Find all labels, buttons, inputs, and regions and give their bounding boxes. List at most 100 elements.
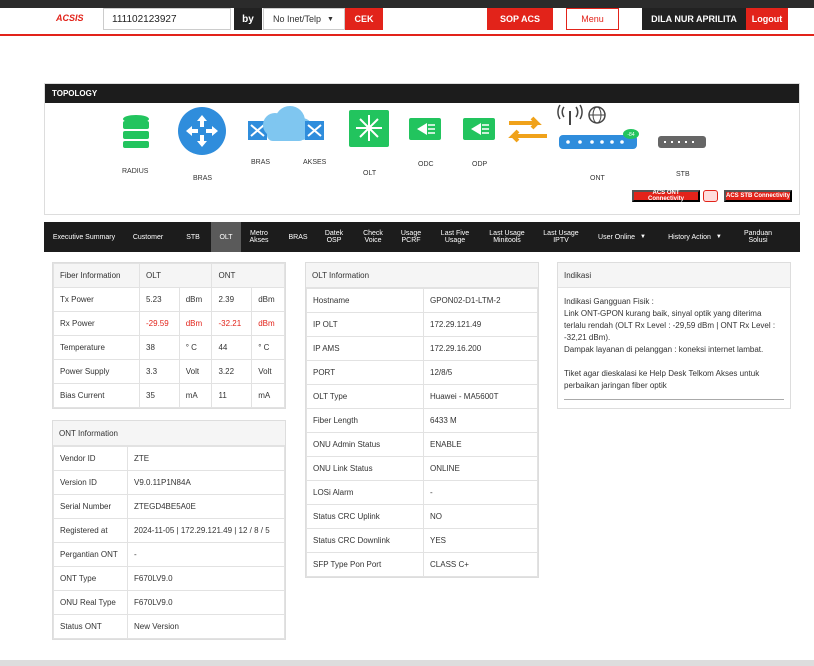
- exchange-arrows-icon: [508, 116, 547, 143]
- bras-router-icon: [178, 107, 226, 155]
- cell: 38: [139, 335, 180, 360]
- tab-executive-summary[interactable]: Executive Summary: [44, 222, 124, 252]
- cell: F670LV9.0: [127, 566, 285, 591]
- table-row: Temperature 38 ° C 44 ° C: [53, 335, 285, 360]
- globe-icon: [588, 106, 606, 124]
- tab-datek-osp[interactable]: Datek OSP: [318, 222, 350, 252]
- cell: IP AMS: [306, 336, 424, 361]
- table-row: Vendor ID ZTE: [53, 446, 285, 471]
- table-row: Pergantian ONT -: [53, 542, 285, 567]
- table-row: Status ONT New Version: [53, 614, 285, 639]
- header-bar: ACSIS by No Inet/Telp ▼ CEK SOP ACS Menu…: [0, 8, 814, 36]
- cell: Serial Number: [53, 494, 128, 519]
- search-type-select[interactable]: No Inet/Telp ▼: [263, 8, 345, 30]
- cell: Hostname: [306, 288, 424, 313]
- tab-olt[interactable]: OLT: [211, 222, 241, 252]
- tab-history-action[interactable]: History Action ▼: [658, 222, 732, 252]
- cell: 6433 M: [423, 408, 538, 433]
- tab-bras[interactable]: BRAS: [282, 222, 314, 252]
- cell: Power Supply: [53, 359, 140, 384]
- tab-user-online[interactable]: User Online ▼: [590, 222, 654, 252]
- table-row: Hostname GPON02-D1-LTM-2: [306, 288, 538, 313]
- search-input[interactable]: [103, 8, 231, 30]
- cell: 172.29.121.49: [423, 312, 538, 337]
- olt-label: OLT: [363, 170, 377, 177]
- table-row: IP AMS 172.29.16.200: [306, 336, 538, 361]
- cell: ONT Type: [53, 566, 128, 591]
- cell: ONU Real Type: [53, 590, 128, 615]
- table-row: Registered at 2024-11-05 | 172.29.121.49 …: [53, 518, 285, 543]
- cell: -: [423, 480, 538, 505]
- olt-icon: [349, 110, 389, 147]
- cell: F670LV9.0: [127, 590, 285, 615]
- cell: ONU Admin Status: [306, 432, 424, 457]
- table-row: Status CRC Uplink NO: [306, 504, 538, 529]
- menu-button[interactable]: Menu: [566, 8, 619, 30]
- tab-last-usage-iptv[interactable]: Last Usage IPTV: [538, 222, 584, 252]
- cell: ° C: [251, 335, 285, 360]
- tab-usage-pcrf[interactable]: Usage PCRF: [395, 222, 427, 252]
- ont-label: ONT: [590, 175, 605, 182]
- table-row: ONU Real Type F670LV9.0: [53, 590, 285, 615]
- indikasi-panel: Indikasi Indikasi Gangguan Fisik : Link …: [557, 262, 791, 409]
- odc-label: ODC: [418, 161, 434, 168]
- caret-down-icon: ▼: [327, 15, 334, 23]
- olt-information-panel: OLT Information Hostname GPON02-D1-LTM-2 …: [305, 262, 539, 578]
- top-strip: [0, 0, 814, 8]
- cell: ENABLE: [423, 432, 538, 457]
- cell: Rx Power: [53, 311, 140, 336]
- table-row: PORT 12/8/5: [306, 360, 538, 385]
- metro-akses-label: AKSES: [303, 159, 327, 166]
- tab-last-five-usage[interactable]: Last Five Usage: [434, 222, 476, 252]
- ont-information-title: ONT Information: [53, 421, 285, 446]
- tab-customer[interactable]: Customer: [128, 222, 168, 252]
- cell: dBm: [178, 311, 213, 336]
- indikasi-title: Indikasi: [558, 263, 790, 288]
- tab-last-usage-minitools[interactable]: Last Usage Minitools: [484, 222, 530, 252]
- tab-check-voice[interactable]: Check Voice: [357, 222, 389, 252]
- radius-label: RADIUS: [122, 168, 149, 175]
- tab-panduan-solusi[interactable]: Panduan Solusi: [736, 222, 780, 252]
- cell: PORT: [306, 360, 424, 385]
- cell: V9.0.11P1N84A: [127, 470, 285, 495]
- odp-label: ODP: [472, 161, 488, 168]
- divider: [564, 399, 784, 400]
- cell: dBm: [178, 287, 213, 312]
- stb-label: STB: [676, 171, 690, 178]
- metro-title: METRO - E: [275, 144, 306, 150]
- cell: 3.22: [211, 359, 253, 384]
- cell: OLT Type: [306, 384, 424, 409]
- cell: Vendor ID: [53, 446, 128, 471]
- bottom-scroll-area: [0, 660, 814, 666]
- cell: Status CRC Uplink: [306, 504, 424, 529]
- by-label: by: [234, 8, 262, 30]
- cell: -: [127, 542, 285, 567]
- sop-acs-button[interactable]: SOP ACS: [487, 8, 553, 30]
- stb-icon: [658, 136, 706, 148]
- logout-button[interactable]: Logout: [746, 8, 788, 30]
- header-cell: Fiber Information: [53, 263, 140, 288]
- cell: ° C: [178, 335, 213, 360]
- cek-button[interactable]: CEK: [345, 8, 383, 30]
- table-row: Status CRC Downlink YES: [306, 528, 538, 553]
- table-row: OLT Type Huawei - MA5600T: [306, 384, 538, 409]
- acs-ont-connectivity-button[interactable]: ACS ONT Connectivity: [632, 190, 700, 202]
- tab-stb[interactable]: STB: [178, 222, 208, 252]
- table-header-row: Fiber Information OLT ONT: [53, 263, 285, 288]
- cell: mA: [178, 383, 213, 408]
- ont-information-panel: ONT Information Vendor ID ZTE Version ID V…: [52, 420, 286, 640]
- topology-title: TOPOLOGY: [45, 84, 799, 103]
- logo: ACSIS: [56, 13, 84, 23]
- indikasi-line: Tiket agar dieskalasi ke Help Desk Telko…: [564, 369, 760, 390]
- cell: 35: [139, 383, 180, 408]
- acs-ont-status-indicator: [703, 190, 718, 202]
- tab-bar: Executive Summary Customer STB OLT Metro…: [44, 222, 800, 252]
- table-row: Bias Current 35 mA 11 mA: [53, 383, 285, 408]
- acs-stb-connectivity-button[interactable]: ACS STB Connectivity: [724, 190, 792, 202]
- indikasi-line: Link ONT-GPON kurang baik, sinyal optik …: [564, 309, 776, 342]
- cell: Bias Current: [53, 383, 140, 408]
- tab-metro-akses[interactable]: Metro Akses: [244, 222, 274, 252]
- cell: -29.59: [139, 311, 180, 336]
- fiber-table: Fiber Information OLT ONT Tx Power 5.23 …: [53, 263, 285, 408]
- table-row: Version ID V9.0.11P1N84A: [53, 470, 285, 495]
